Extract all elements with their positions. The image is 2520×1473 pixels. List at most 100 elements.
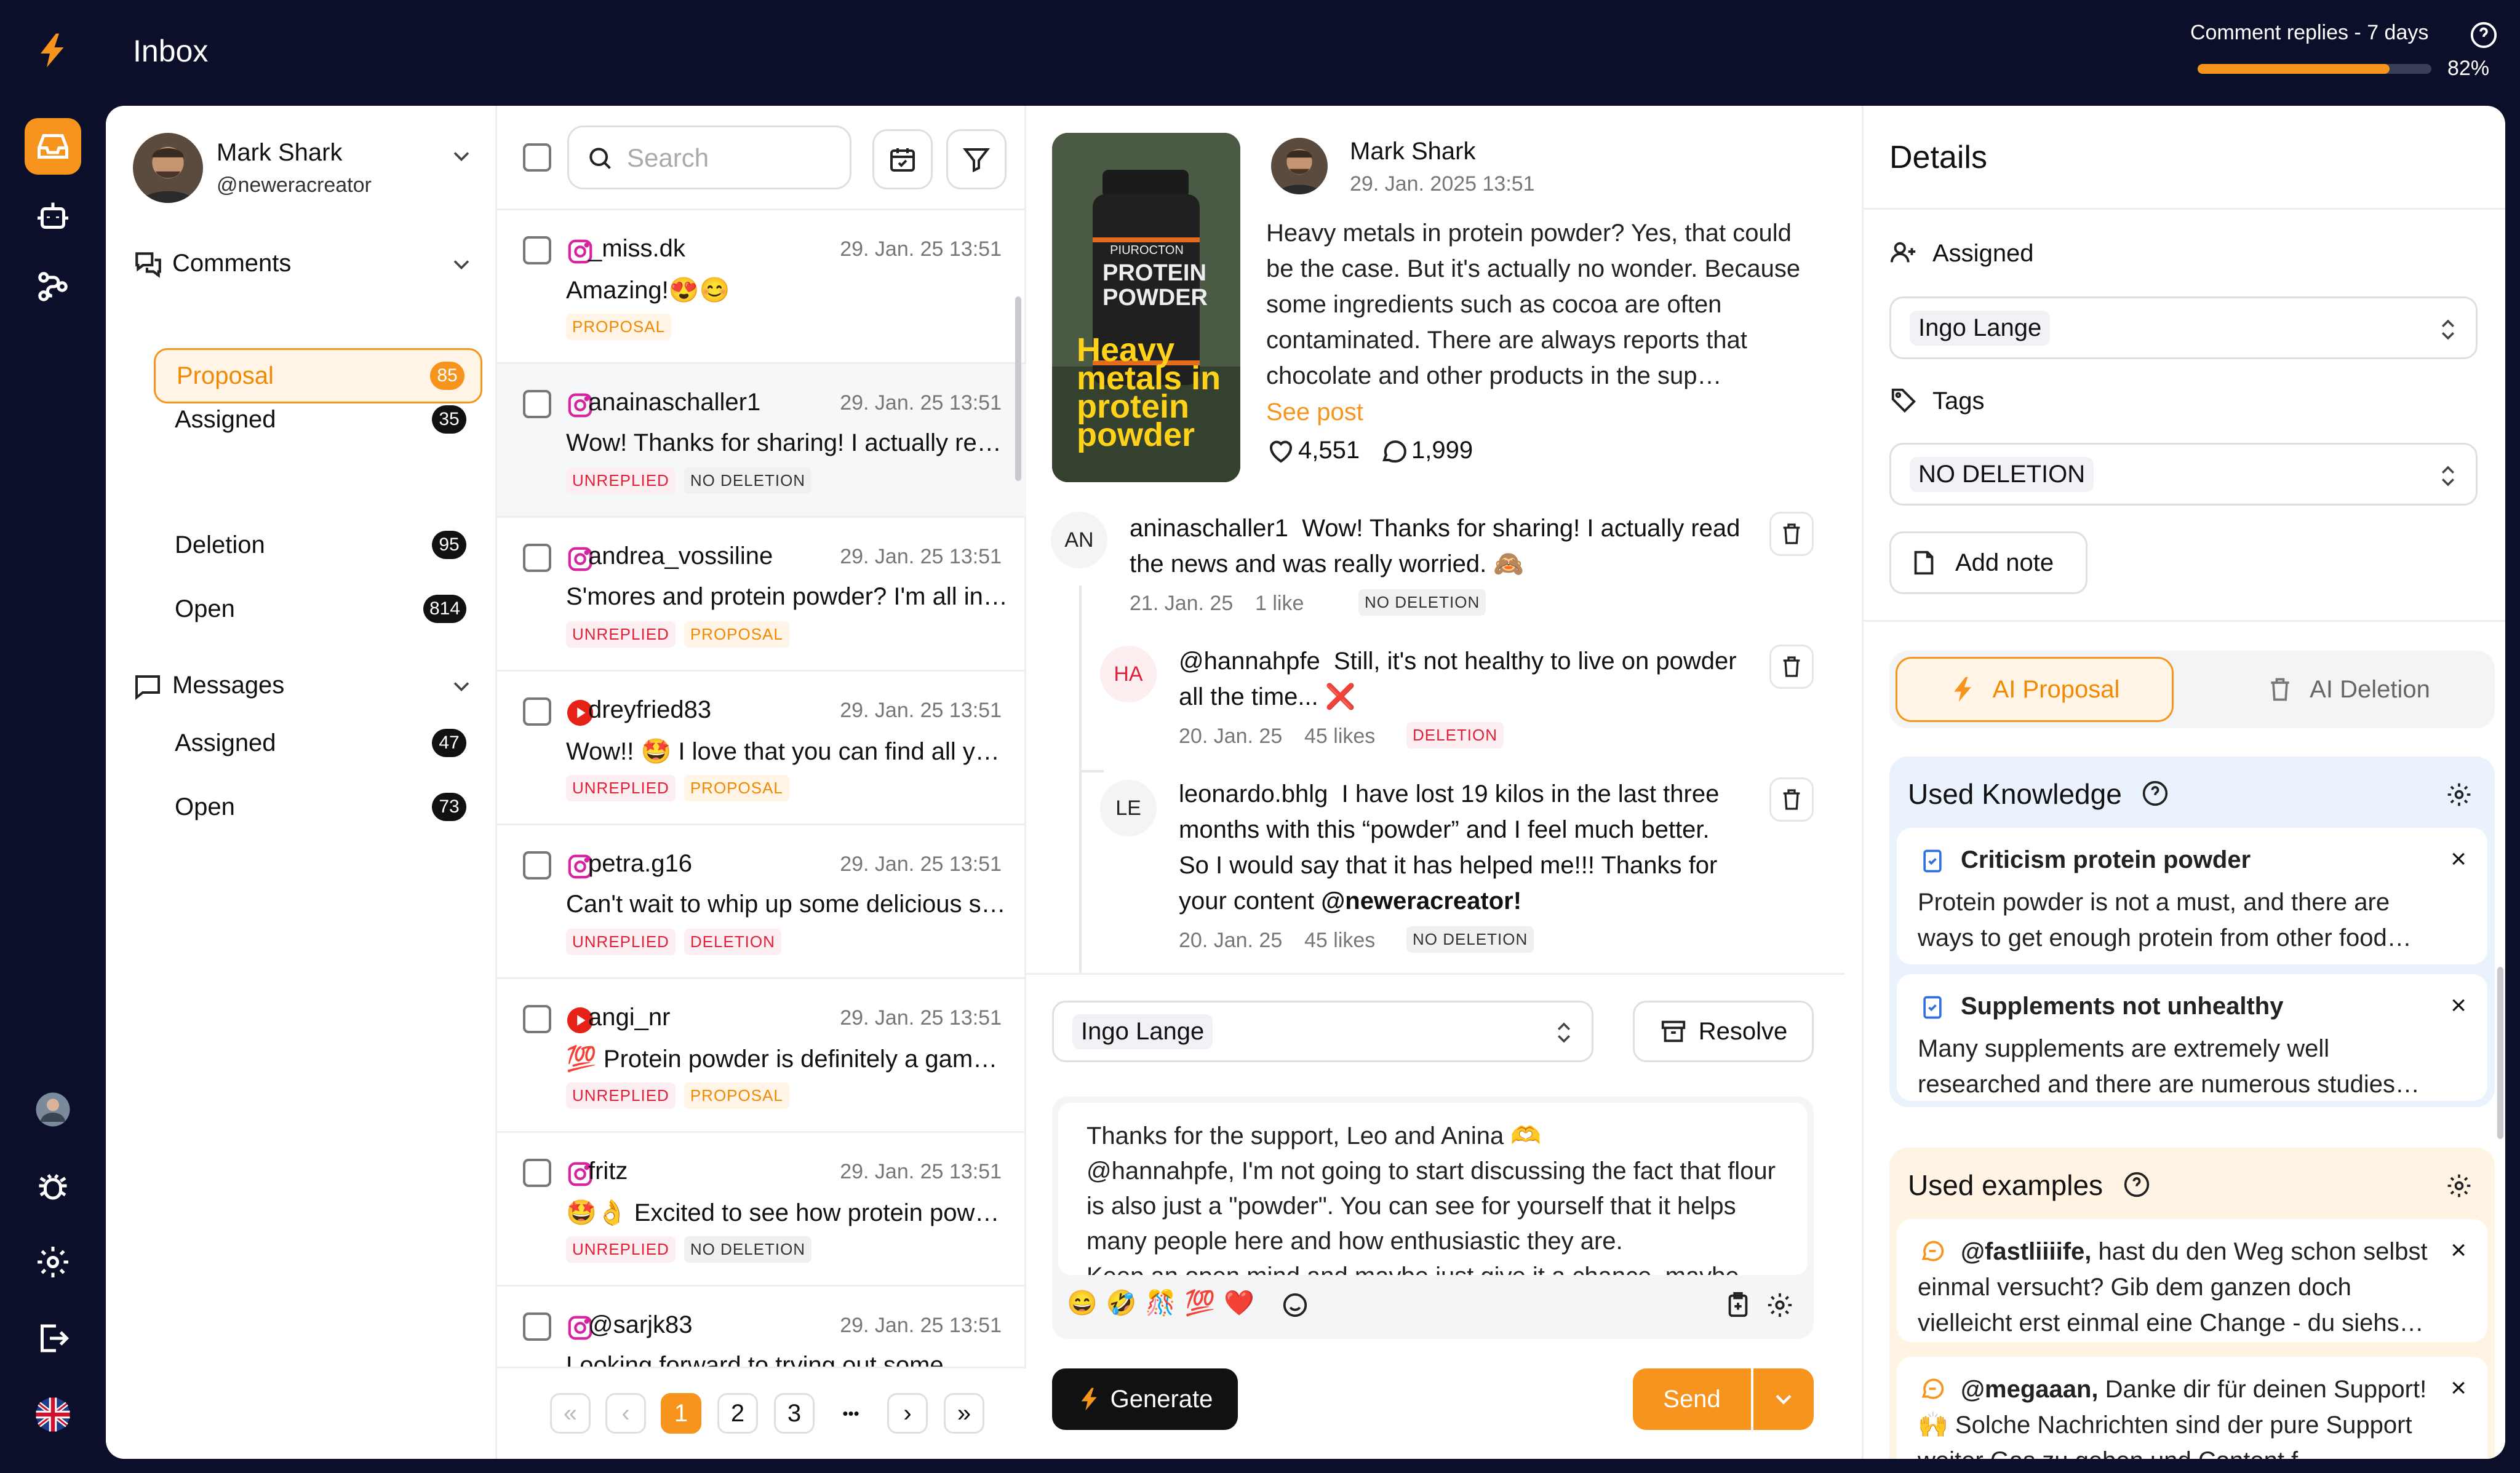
delete-comment-button[interactable] [1769,777,1814,822]
examples-settings-gear-icon[interactable] [2446,1172,2473,1199]
row-checkbox[interactable] [523,1312,551,1341]
reply-settings-gear-icon[interactable] [1766,1291,1794,1319]
resolve-button[interactable]: Resolve [1633,1001,1814,1062]
generate-label: Generate [1110,1385,1213,1413]
send-options-button[interactable] [1753,1368,1814,1430]
post-author-avatar [1271,138,1328,194]
first-page-button[interactable]: « [550,1393,591,1434]
list-item[interactable]: anainaschaller1 29. Jan. 25 13:51 Wow! Tha… [497,364,1026,518]
help-circle-icon[interactable] [2142,780,2169,807]
reply-textarea[interactable]: Thanks for the support, Leo and Anina 🫶 … [1058,1103,1808,1275]
delete-comment-button[interactable] [1769,645,1814,689]
page-3-button[interactable]: 3 [774,1393,815,1434]
list-item[interactable]: angi_nr 29. Jan. 25 13:51 💯 Protein powder… [497,979,1026,1133]
details-assignee-select[interactable]: Ingo Lange [1889,296,2478,359]
list-item[interactable]: fritz 29. Jan. 25 13:51 🤩👌 Excited to see … [497,1133,1026,1287]
example-card[interactable]: @fastliiiife, hast du den Weg schon selb… [1897,1219,2487,1342]
quota-percent: 82% [2447,57,2490,80]
comment-likes: 1 like [1255,592,1304,615]
list-item[interactable]: _miss.dk 29. Jan. 25 13:51 Amazing!😍😊 PROPO… [497,210,1026,364]
page-1-button[interactable]: 1 [661,1393,701,1434]
quota-progress-bar [2198,64,2431,74]
comment-author[interactable]: leonardo.bhlg [1179,780,1328,808]
tab-ai-proposal[interactable]: AI Proposal [1896,657,2174,722]
logout-icon[interactable] [25,1310,81,1367]
mention-link[interactable]: @neweracreator! [1321,887,1521,915]
example-card[interactable]: @megaaan, Danke dir für deinen Support! … [1897,1357,2487,1459]
search-input[interactable]: Search [567,125,851,189]
details-scrollbar[interactable] [2497,967,2503,1139]
help-circle-icon[interactable] [2123,1171,2150,1198]
comment-date: 29. Jan. 25 13:51 [840,237,1002,261]
user-avatar[interactable] [25,1081,81,1138]
knowledge-card[interactable]: Supplements not unhealthy × Many supplem… [1897,974,2487,1101]
row-checkbox[interactable] [523,1159,551,1187]
list-item[interactable]: dreyfried83 29. Jan. 25 13:51 Wow!! 🤩 I lo… [497,672,1026,825]
comments-section-header[interactable]: Comments [133,244,477,287]
row-checkbox[interactable] [523,544,551,572]
tab-ai-deletion[interactable]: AI Deletion [2209,657,2487,722]
tags-select[interactable]: NO DELETION [1889,443,2478,506]
more-pages[interactable]: ••• [831,1393,871,1434]
emoji-button[interactable]: 🎊 [1146,1290,1185,1317]
send-button[interactable]: Send [1633,1368,1751,1430]
knowledge-card[interactable]: Criticism protein powder × Protein powde… [1897,828,2487,964]
post-thumbnail[interactable]: PIUROCTON PROTEIN POWDER Heavy metals in… [1052,133,1240,482]
remove-example-close-icon[interactable]: × [2450,1373,2466,1404]
clipboard-icon[interactable] [1724,1291,1752,1319]
workflow-icon[interactable] [25,258,81,315]
row-checkbox[interactable] [523,236,551,264]
filter-button[interactable] [946,129,1007,189]
generate-button[interactable]: Generate [1052,1368,1238,1430]
comment-preview: Looking forward to trying out some [566,1352,944,1367]
delete-comment-button[interactable] [1769,512,1814,556]
uk-flag-icon[interactable] [25,1386,81,1443]
emoji-button[interactable]: 💯 [1184,1290,1224,1317]
sidebar-item-comments-deletion[interactable]: Deletion 95 [154,518,482,572]
row-checkbox[interactable] [523,1005,551,1033]
prev-page-button[interactable]: ‹ [605,1393,646,1434]
inbox-icon[interactable] [25,118,81,175]
date-filter-button[interactable] [872,129,933,189]
list-scrollbar[interactable] [1015,296,1021,481]
comment-date: 29. Jan. 25 13:51 [840,545,1002,568]
count-badge: 814 [423,595,466,623]
remove-knowledge-close-icon[interactable]: × [2450,844,2466,875]
see-post-link[interactable]: See post [1266,399,1363,426]
gear-icon[interactable] [25,1234,81,1290]
last-page-button[interactable]: » [944,1393,984,1434]
sidebar-item-messages-open[interactable]: Open 73 [154,780,482,834]
account-switch-chevron-icon[interactable] [448,143,475,170]
page-title: Inbox [133,34,209,68]
knowledge-settings-gear-icon[interactable] [2446,781,2473,808]
list-item[interactable]: petra.g16 29. Jan. 25 13:51 Can't wait to … [497,825,1026,979]
sidebar-item-messages-assigned[interactable]: Assigned 47 [154,716,482,770]
add-note-button[interactable]: Add note [1889,531,2087,594]
emoji-button[interactable]: 😄 [1067,1290,1106,1317]
assignee-select[interactable]: Ingo Lange [1052,1001,1593,1062]
row-checkbox[interactable] [523,390,551,418]
bug-icon[interactable] [25,1157,81,1214]
emoji-button[interactable]: 🤣 [1106,1290,1146,1317]
row-checkbox[interactable] [523,851,551,879]
list-item[interactable]: andrea_vossiline 29. Jan. 25 13:51 S'mores… [497,518,1026,672]
select-all-checkbox[interactable] [523,143,551,172]
comment-list-panel: Search _miss.dk 29. Jan. 25 13:51 Amazing!… [497,106,1026,1459]
sidebar-item-comments-open[interactable]: Open 814 [154,582,482,636]
page-2-button[interactable]: 2 [717,1393,758,1434]
bot-icon[interactable] [25,188,81,245]
help-icon[interactable] [2470,21,2498,49]
messages-section-header[interactable]: Messages [133,665,477,709]
next-page-button[interactable]: › [887,1393,928,1434]
add-note-label: Add note [1955,549,2054,576]
emoji-picker-icon[interactable] [1281,1291,1309,1319]
remove-example-close-icon[interactable]: × [2450,1235,2466,1266]
comment-author[interactable]: aninaschaller1 [1130,515,1288,542]
sidebar-item-label: Open [175,595,235,622]
list-item[interactable]: @sarjk83 29. Jan. 25 13:51 Looking forward… [497,1287,1026,1367]
emoji-button[interactable]: ❤️ [1224,1290,1263,1317]
comment-author[interactable]: @hannahpfe [1179,648,1320,675]
remove-knowledge-close-icon[interactable]: × [2450,990,2466,1021]
row-checkbox[interactable] [523,697,551,726]
sidebar-item-comments-proposal[interactable]: Proposal 85 [154,348,482,403]
